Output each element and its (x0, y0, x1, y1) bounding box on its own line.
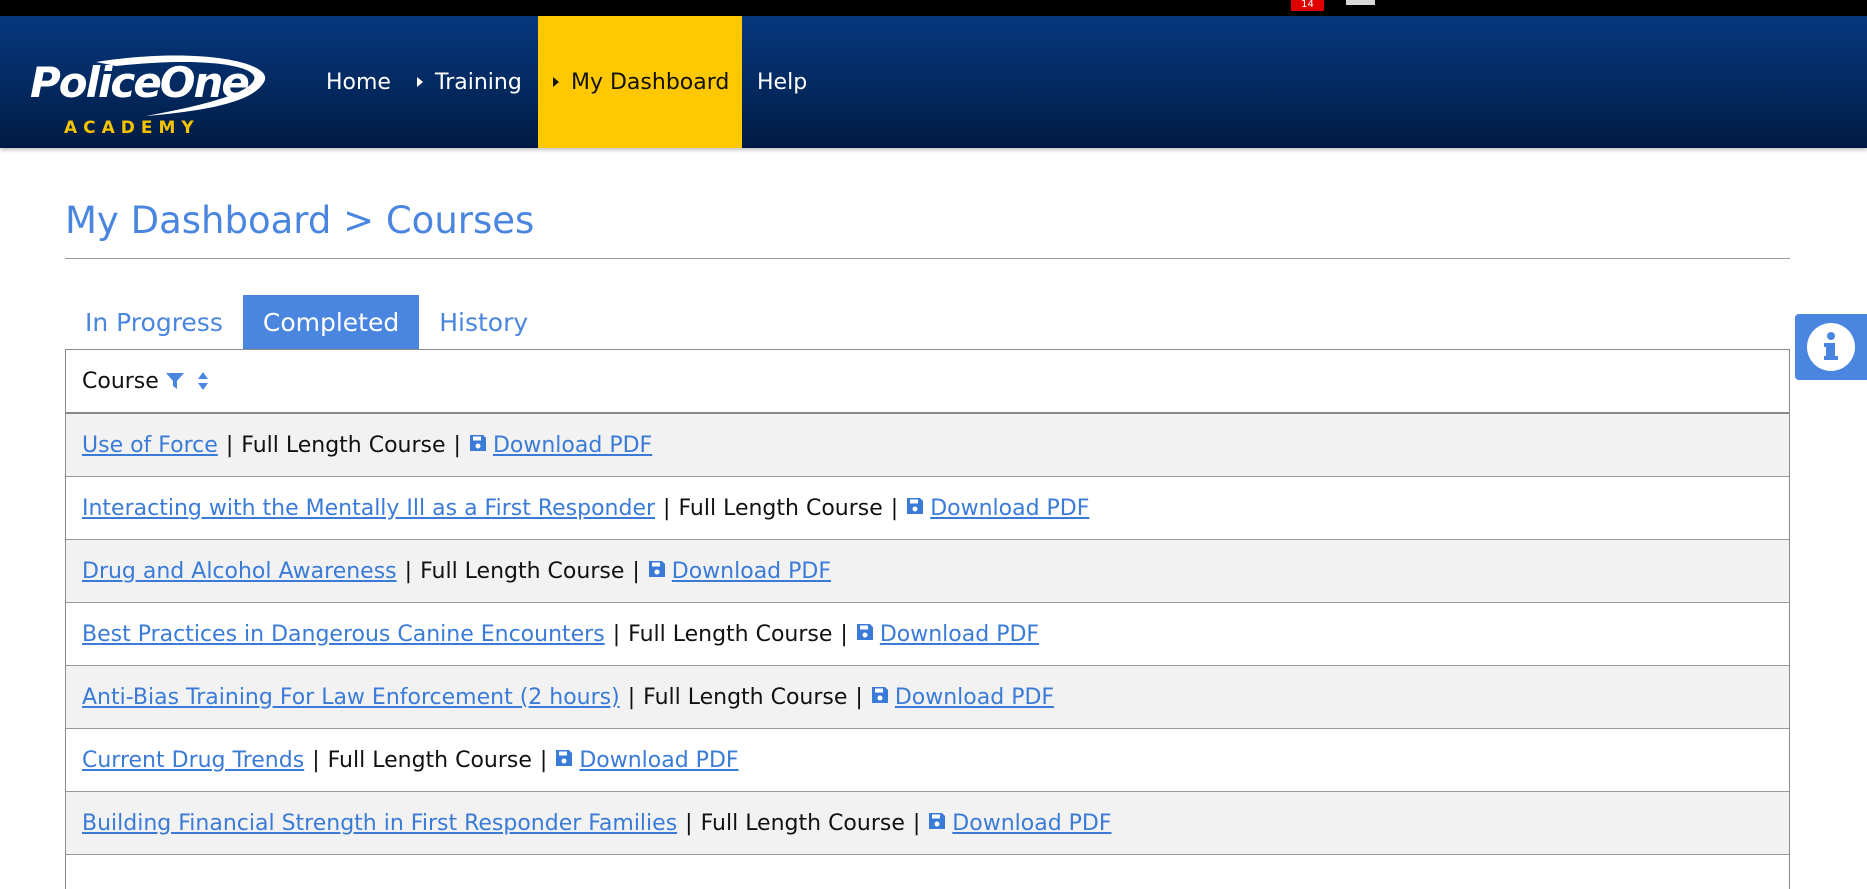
nav-help-label: Help (757, 69, 808, 95)
table-row: Use of Force | Full Length Course | Down… (66, 414, 1789, 477)
table-row-partial (66, 855, 1789, 889)
separator: | (404, 558, 413, 584)
sort-icon[interactable] (197, 371, 209, 391)
info-button[interactable] (1795, 314, 1867, 380)
policeone-academy-logo[interactable]: PoliceOne ACADEMY (26, 44, 276, 139)
separator: | (890, 495, 899, 521)
table-row: Anti-Bias Training For Law Enforcement (… (66, 666, 1789, 729)
separator: | (855, 684, 863, 710)
course-link[interactable]: Use of Force (82, 433, 218, 458)
course-type: Full Length Course (643, 684, 848, 710)
separator: | (225, 432, 234, 458)
table-row: Drug and Alcohol Awareness | Full Length… (66, 540, 1789, 603)
course-type: Full Length Course (678, 495, 883, 521)
separator: | (612, 621, 621, 647)
course-link[interactable]: Best Practices in Dangerous Canine Encou… (82, 622, 605, 647)
download-pdf-link[interactable]: Download PDF (880, 622, 1039, 647)
filter-icon[interactable] (165, 371, 185, 391)
nav-home[interactable]: Home (326, 16, 391, 148)
course-type: Full Length Course (420, 558, 625, 584)
separator: | (312, 747, 320, 773)
logo-subtitle: ACADEMY (64, 118, 200, 138)
save-icon[interactable] (469, 434, 487, 452)
separator: | (453, 432, 461, 458)
separator: | (912, 810, 921, 836)
save-icon[interactable] (555, 749, 573, 767)
nav-training-label: Training (435, 69, 522, 95)
separator: | (663, 495, 671, 521)
download-pdf-link[interactable]: Download PDF (952, 811, 1111, 836)
page-title: My Dashboard > Courses (65, 199, 535, 242)
separator: | (627, 684, 636, 710)
tab-history[interactable]: History (419, 295, 548, 349)
notification-badge[interactable]: 14 (1291, 0, 1324, 11)
separator: | (685, 810, 693, 836)
site-header: PoliceOne ACADEMY Home Training My Dashb… (0, 16, 1867, 148)
course-link[interactable]: Interacting with the Mentally Ill as a F… (82, 496, 655, 521)
save-icon[interactable] (906, 497, 924, 515)
save-icon[interactable] (871, 686, 889, 704)
table-row: Interacting with the Mentally Ill as a F… (66, 477, 1789, 540)
nav-my-dashboard[interactable]: My Dashboard (538, 16, 742, 148)
nav-training[interactable]: Training (417, 16, 522, 148)
separator: | (840, 621, 848, 647)
course-type: Full Length Course (327, 747, 532, 773)
course-link[interactable]: Current Drug Trends (82, 748, 304, 773)
course-tabs: In Progress Completed History (65, 295, 548, 349)
course-type: Full Length Course (241, 432, 446, 458)
download-pdf-link[interactable]: Download PDF (895, 685, 1054, 710)
table-row: Best Practices in Dangerous Canine Encou… (66, 603, 1789, 666)
download-pdf-link[interactable]: Download PDF (930, 496, 1089, 521)
title-divider (65, 258, 1790, 259)
course-link[interactable]: Building Financial Strength in First Res… (82, 811, 677, 836)
course-link[interactable]: Anti-Bias Training For Law Enforcement (… (82, 685, 620, 710)
nav-home-label: Home (326, 69, 391, 95)
download-pdf-link[interactable]: Download PDF (493, 433, 652, 458)
top-toolbar: 14 (0, 0, 1867, 16)
course-type: Full Length Course (700, 810, 905, 836)
course-type: Full Length Course (628, 621, 833, 647)
separator: | (539, 747, 548, 773)
caret-right-icon (417, 77, 423, 87)
table-row: Current Drug Trends | Full Length Course… (66, 729, 1789, 792)
table-row: Building Financial Strength in First Res… (66, 792, 1789, 855)
info-icon (1807, 323, 1855, 371)
table-header: Course (66, 350, 1789, 414)
tab-completed[interactable]: Completed (242, 295, 420, 349)
nav-help[interactable]: Help (757, 16, 807, 148)
caret-right-icon (553, 77, 559, 87)
tab-in-progress[interactable]: In Progress (65, 295, 243, 349)
courses-table: Course Use of Force | Full Length Course… (65, 349, 1790, 889)
download-pdf-link[interactable]: Download PDF (579, 748, 738, 773)
column-header-course: Course (82, 368, 159, 394)
flag-icon[interactable] (1346, 0, 1375, 5)
save-icon[interactable] (928, 812, 946, 830)
course-link[interactable]: Drug and Alcohol Awareness (82, 559, 397, 584)
nav-dashboard-label: My Dashboard (571, 69, 730, 95)
save-icon[interactable] (856, 623, 874, 641)
download-pdf-link[interactable]: Download PDF (672, 559, 831, 584)
save-icon[interactable] (648, 560, 666, 578)
logo-wordmark: PoliceOne (30, 58, 250, 107)
separator: | (632, 558, 640, 584)
